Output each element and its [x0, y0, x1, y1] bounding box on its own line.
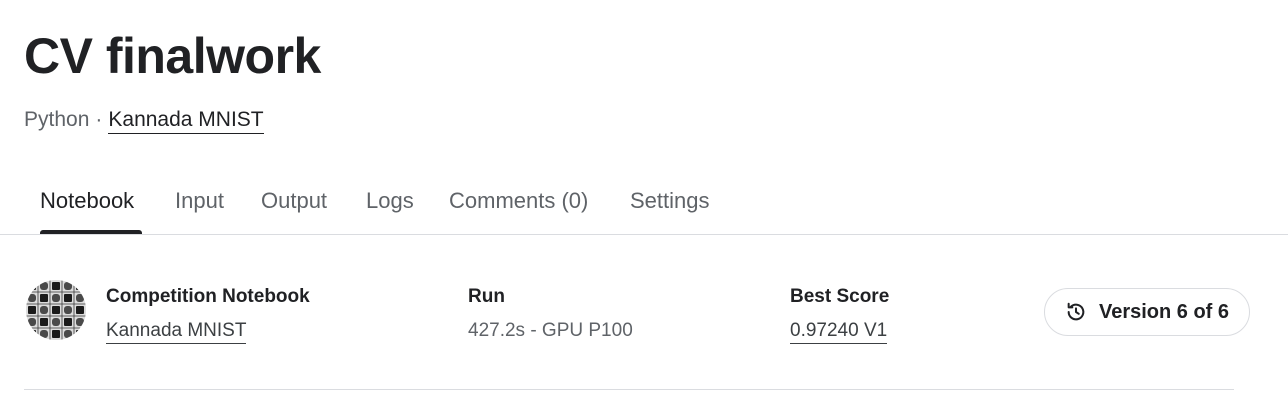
subtitle-separator: ·	[95, 108, 103, 131]
run-value: 427.2s - GPU P100	[468, 320, 633, 341]
tab-notebook[interactable]: Notebook	[40, 186, 134, 216]
history-icon	[1065, 301, 1087, 323]
competition-value: Kannada MNIST	[106, 318, 247, 344]
version-button[interactable]: Version 6 of 6	[1044, 288, 1250, 336]
competition-label: Competition Notebook	[106, 286, 310, 307]
best-score-link[interactable]: 0.97240 V1	[790, 320, 888, 344]
page-title: CV finalwork	[24, 28, 321, 84]
language-label: Python	[24, 108, 90, 131]
competition-link[interactable]: Kannada MNIST	[106, 320, 247, 344]
tab-output[interactable]: Output	[261, 186, 327, 216]
dataset-link[interactable]: Kannada MNIST	[108, 108, 264, 134]
competition-avatar[interactable]	[26, 280, 86, 340]
kannada-digits-thumbnail-icon	[26, 280, 86, 340]
tab-logs[interactable]: Logs	[366, 186, 414, 216]
tab-comments[interactable]: Comments (0)	[449, 186, 588, 216]
section-divider	[24, 389, 1234, 390]
notebook-tabs: Notebook Input Output Logs Comments (0) …	[0, 172, 1288, 235]
best-score-value: 0.97240 V1	[790, 318, 888, 344]
tab-input[interactable]: Input	[175, 186, 224, 216]
best-score-label: Best Score	[790, 286, 890, 307]
active-tab-indicator	[40, 230, 142, 234]
notebook-subtitle: Python · Kannada MNIST	[24, 106, 264, 134]
notebook-page: CV finalwork Python · Kannada MNIST Notebo…	[0, 0, 1288, 401]
tab-settings[interactable]: Settings	[630, 186, 710, 216]
notebook-info-row: Competition Notebook Kannada MNIST Run 4…	[0, 262, 1288, 362]
version-button-label: Version 6 of 6	[1098, 300, 1230, 323]
run-label: Run	[468, 286, 505, 307]
